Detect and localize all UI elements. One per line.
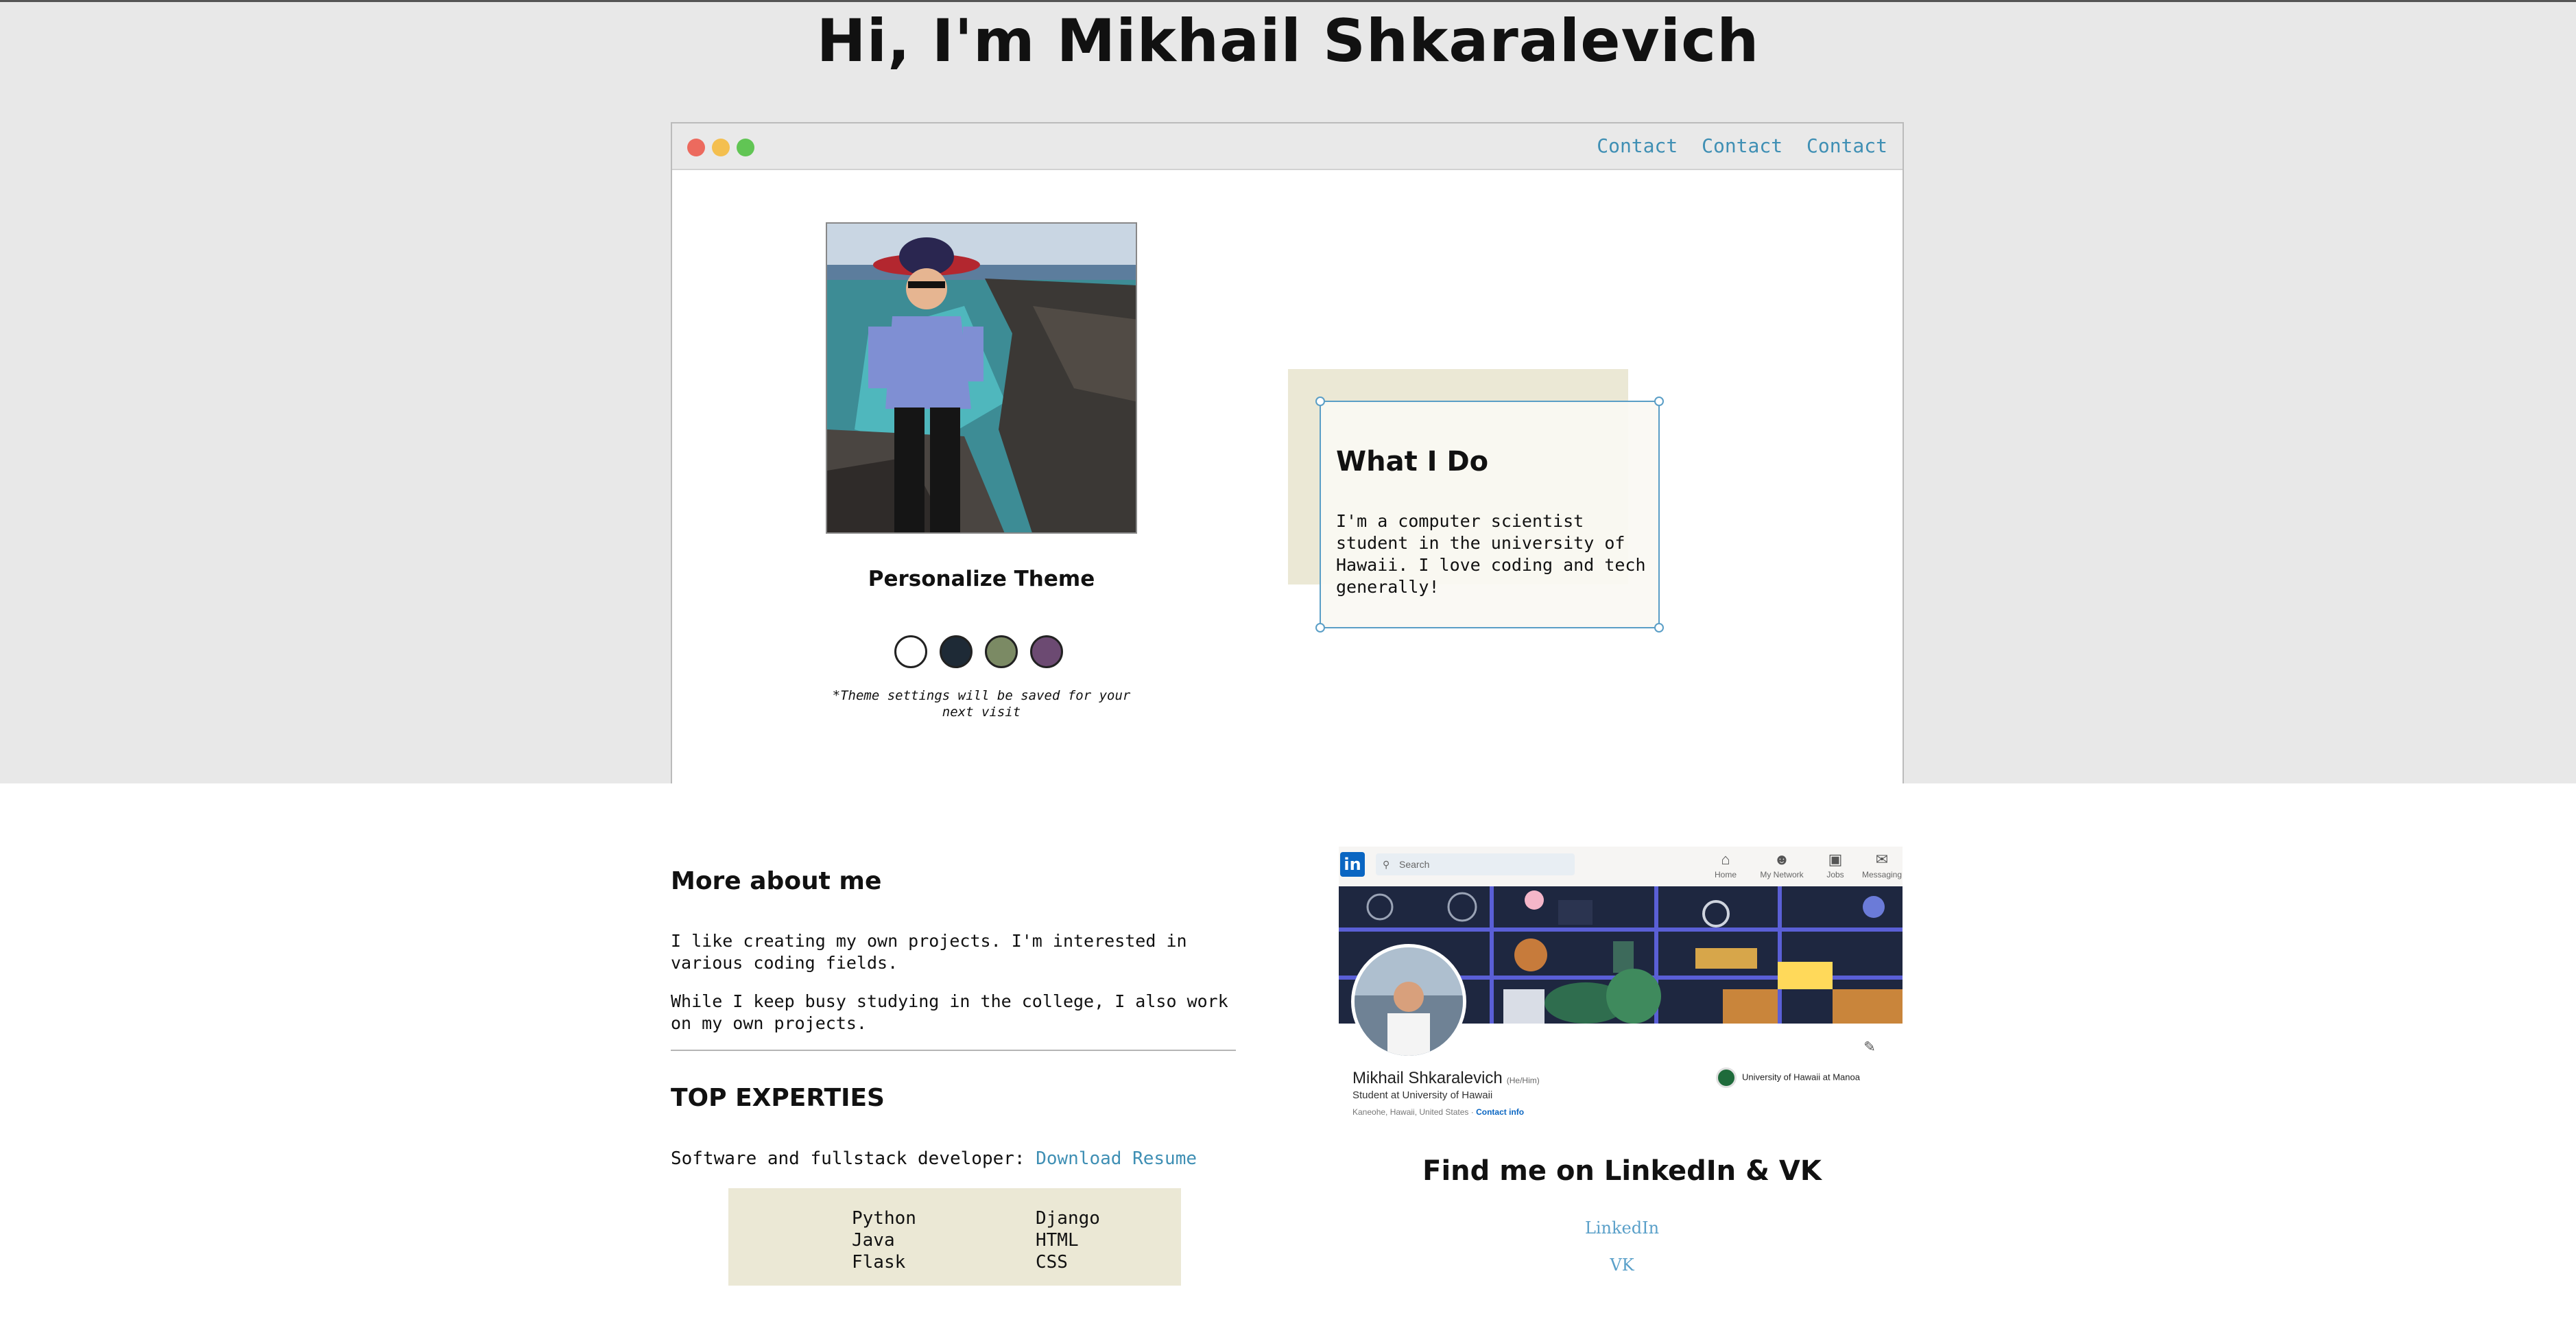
window-minimize-dot <box>712 139 730 156</box>
section-divider <box>671 1050 1236 1051</box>
linkedin-nav-messaging: ✉ Messaging <box>1855 849 1903 879</box>
skill-item: Java <box>852 1230 895 1251</box>
linkedin-name-text: Mikhail Shkaralevich <box>1352 1069 1503 1087</box>
social-vk: VK <box>1339 1255 1905 1275</box>
theme-swatch-light[interactable] <box>894 635 927 668</box>
what-i-do-text: I'm a computer scientist student in the … <box>1336 511 1646 597</box>
download-resume-link[interactable]: Download Resume <box>1036 1148 1197 1169</box>
search-icon: ⚲ <box>1383 859 1390 870</box>
resume-prefix: Software and fullstack developer: <box>671 1148 1025 1169</box>
skills-column-2: Django HTML CSS <box>1036 1207 1100 1273</box>
resize-handle-top-right[interactable] <box>1654 397 1664 406</box>
about-paragraph-2: While I keep busy studying in the colleg… <box>671 991 1228 1033</box>
theme-note: *Theme settings will be saved for your n… <box>832 688 1131 720</box>
linkedin-nav-label: Messaging <box>1861 870 1903 879</box>
expertise-title: TOP EXPERTIES <box>671 1084 885 1112</box>
browser-mockup: Contact Contact Contact Personalize Them… <box>671 122 1904 783</box>
skill-item: Flask <box>852 1252 906 1273</box>
skills-column-1: Python Java Flask <box>852 1207 916 1273</box>
linkedin-nav-label: Home <box>1714 870 1737 879</box>
what-i-do-title: What I Do <box>1336 446 1489 477</box>
linkedin-nav-network: ☻ My Network <box>1754 849 1809 879</box>
linkedin-location: Kaneohe, Hawaii, United States · <box>1352 1107 1474 1117</box>
theme-swatch-dark[interactable] <box>940 635 973 668</box>
home-icon: ⌂ <box>1721 851 1730 868</box>
linkedin-profile-screenshot: in ⚲ Search ⌂ Home ☻ My Network ▣ Jobs ✉… <box>1339 847 1903 1128</box>
skill-item: Python <box>852 1208 916 1229</box>
message-icon: ✉ <box>1875 851 1889 868</box>
linkedin-topbar: in ⚲ Search ⌂ Home ☻ My Network ▣ Jobs ✉… <box>1339 847 1903 886</box>
vk-link[interactable]: VK <box>1610 1255 1634 1275</box>
linkedin-headline: Student at University of Hawaii <box>1352 1089 1493 1101</box>
edit-pencil-icon: ✎ <box>1864 1036 1875 1056</box>
contact-link-2[interactable]: Contact <box>1702 134 1782 157</box>
resize-handle-top-left[interactable] <box>1315 397 1325 406</box>
linkedin-nav-home: ⌂ Home <box>1698 849 1753 879</box>
linkedin-location-line: Kaneohe, Hawaii, United States · Contact… <box>1352 1107 1524 1117</box>
resize-handle-bottom-right[interactable] <box>1654 623 1664 633</box>
page-title: Hi, I'm Mikhail Shkaralevich <box>816 7 1760 75</box>
linkedin-contact-info: Contact info <box>1476 1107 1525 1117</box>
linkedin-university: University of Hawaii at Manoa <box>1716 1067 1860 1088</box>
profile-photo <box>826 222 1137 534</box>
nav-links: Contact Contact Contact <box>1584 134 1887 157</box>
linkedin-pronouns: (He/Him) <box>1506 1076 1540 1085</box>
browser-toolbar: Contact Contact Contact <box>672 123 1903 170</box>
about-paragraph-1: I like creating my own projects. I'm int… <box>671 931 1187 973</box>
skills-box: Python Java Flask Django HTML CSS <box>728 1188 1181 1286</box>
resume-line: Software and fullstack developer: Downlo… <box>671 1148 1197 1169</box>
window-maximize-dot <box>737 139 754 156</box>
theme-swatch-purple[interactable] <box>1030 635 1063 668</box>
skill-item: Django <box>1036 1208 1100 1229</box>
window-close-dot <box>687 139 705 156</box>
linkedin-logo: in <box>1340 852 1365 877</box>
people-icon: ☻ <box>1774 851 1790 868</box>
social-linkedin: LinkedIn <box>1339 1218 1905 1238</box>
theme-swatch-green[interactable] <box>985 635 1018 668</box>
social-title: Find me on LinkedIn & VK <box>1422 1155 1822 1187</box>
contact-link-3[interactable]: Contact <box>1806 134 1887 157</box>
skill-item: HTML <box>1036 1230 1079 1251</box>
linkedin-nav-label: My Network <box>1760 870 1804 879</box>
linkedin-search: ⚲ Search <box>1376 853 1575 875</box>
linkedin-search-placeholder: Search <box>1399 859 1430 870</box>
linkedin-university-name: University of Hawaii at Manoa <box>1742 1072 1860 1083</box>
linkedin-link[interactable]: LinkedIn <box>1585 1218 1659 1238</box>
linkedin-avatar <box>1351 944 1466 1059</box>
linkedin-nav-label: Jobs <box>1826 870 1844 879</box>
what-i-do-card: What I Do I'm a computer scientist stude… <box>1315 397 1664 633</box>
more-about-title: More about me <box>671 867 882 895</box>
contact-link-1[interactable]: Contact <box>1597 134 1678 157</box>
resize-handle-bottom-left[interactable] <box>1315 623 1325 633</box>
linkedin-name: Mikhail Shkaralevich (He/Him) <box>1352 1069 1540 1088</box>
university-logo <box>1716 1067 1737 1088</box>
skill-item: CSS <box>1036 1252 1068 1273</box>
theme-swatches <box>894 635 1073 671</box>
theme-title: Personalize Theme <box>868 567 1095 591</box>
